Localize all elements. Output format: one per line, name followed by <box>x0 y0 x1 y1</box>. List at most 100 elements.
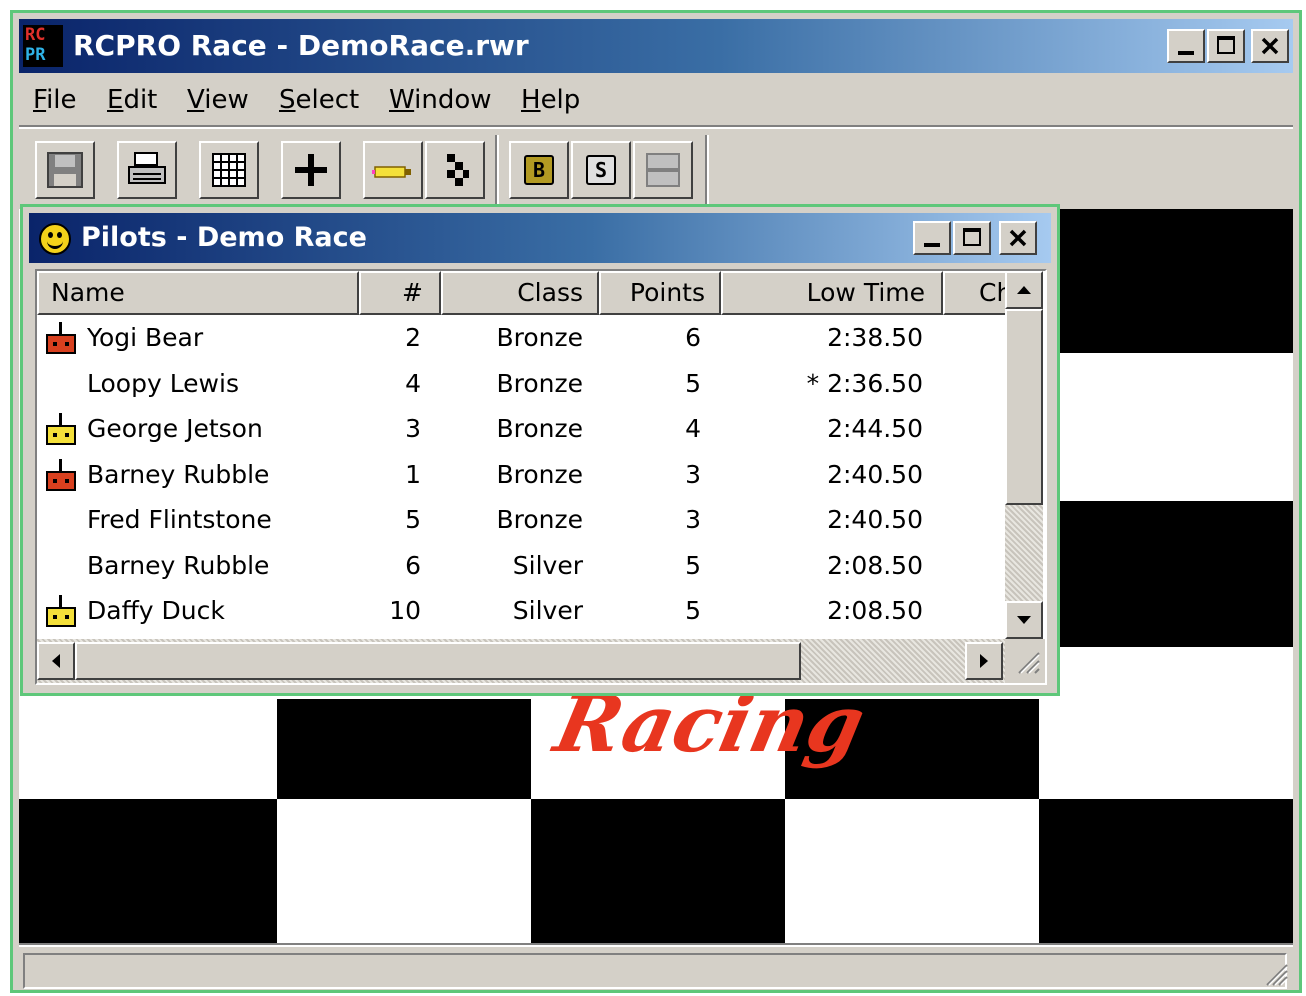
save-icon <box>47 152 83 188</box>
column-header-number[interactable]: # <box>359 271 441 315</box>
pilot-name: Loopy Lewis <box>87 368 239 398</box>
pilots-title-bar[interactable]: Pilots - Demo Race <box>29 213 1051 263</box>
status-panel <box>23 953 1287 989</box>
arrow-up-icon <box>1017 286 1031 294</box>
menu-select[interactable]: Select <box>279 85 359 115</box>
column-header-low-time[interactable]: Low Time <box>721 271 943 315</box>
minimize-icon <box>1178 51 1194 55</box>
add-button[interactable] <box>281 141 341 199</box>
pilot-number: 10 <box>389 596 421 625</box>
app-icon-line2: PR <box>25 45 46 65</box>
checkered-flag-icon <box>447 154 469 186</box>
pilot-low-time: 2:44.50 <box>827 414 923 443</box>
grid-button[interactable] <box>199 141 259 199</box>
pilot-class: Bronze <box>496 368 583 398</box>
pilots-window: Pilots - Demo Race Name # Class Points L… <box>20 204 1060 696</box>
window-button[interactable] <box>633 141 693 199</box>
pilot-points: 4 <box>685 414 701 443</box>
pilot-class: Bronze <box>496 323 583 352</box>
pilots-close-button[interactable] <box>999 221 1037 255</box>
resize-grip-icon[interactable] <box>1261 959 1289 987</box>
pilot-points: 5 <box>685 368 701 398</box>
app-icon-line1: RC <box>25 25 46 45</box>
horizontal-scrollbar[interactable] <box>37 639 1005 683</box>
scroll-down-button[interactable] <box>1005 601 1043 639</box>
column-header-class[interactable]: Class <box>441 271 599 315</box>
close-button[interactable] <box>1251 29 1289 63</box>
table-row[interactable]: Yogi Bear 2 Bronze 6 2:38.50 <box>37 315 1007 360</box>
table-row[interactable]: Loopy Lewis 4 Bronze 5 * 2:36.50 <box>37 361 1007 406</box>
horizontal-scroll-thumb[interactable] <box>75 642 801 680</box>
print-icon <box>128 152 166 184</box>
pilot-name: Barney Rubble <box>87 459 270 489</box>
yellow-radio-transmitter-icon <box>46 413 76 445</box>
grid-icon <box>212 153 246 187</box>
pilot-number: 5 <box>405 505 421 534</box>
table-row[interactable]: Daffy Duck 10 Silver 5 2:08.50 <box>37 588 1007 633</box>
print-button[interactable] <box>117 141 177 199</box>
pilot-low-time: * 2:36.50 <box>806 368 923 398</box>
pilot-name: George Jetson <box>87 414 263 443</box>
scroll-right-button[interactable] <box>965 642 1003 680</box>
pilots-list-view[interactable]: Name # Class Points Low Time Ch Yogi Bea… <box>35 269 1047 685</box>
pilot-points: 6 <box>685 323 701 352</box>
arrow-right-icon <box>980 654 988 668</box>
save-button[interactable] <box>35 141 95 199</box>
column-header-name[interactable]: Name <box>37 271 359 315</box>
scroll-left-button[interactable] <box>37 642 75 680</box>
window-title: RCPRO Race - DemoRace.rwr <box>73 29 529 62</box>
column-header-points[interactable]: Points <box>599 271 721 315</box>
checkered-flag-button[interactable] <box>425 141 485 199</box>
scroll-up-button[interactable] <box>1005 271 1043 309</box>
silver-class-button[interactable]: S <box>571 141 631 199</box>
pilot-class: Bronze <box>496 459 583 489</box>
pilot-points: 5 <box>685 550 701 580</box>
rcpro-app-icon[interactable]: RC PR <box>23 25 63 67</box>
pilot-number: 4 <box>405 368 421 398</box>
pilot-class: Bronze <box>496 505 583 534</box>
toolbar-end-separator <box>705 135 709 205</box>
pilot-name: Yogi Bear <box>87 323 204 352</box>
maximize-icon <box>1217 36 1235 54</box>
close-icon <box>1009 229 1027 247</box>
highlighter-button[interactable] <box>363 141 423 199</box>
table-row[interactable]: Barney Rubble 1 Bronze 3 2:40.50 <box>37 452 1007 497</box>
add-icon <box>295 154 327 186</box>
vertical-scroll-thumb[interactable] <box>1005 309 1043 505</box>
pilots-minimize-button[interactable] <box>913 221 951 255</box>
pilot-low-time: 2:08.50 <box>827 550 923 580</box>
pilot-name: Daffy Duck <box>87 596 225 625</box>
menu-file[interactable]: File <box>33 85 77 115</box>
menu-help[interactable]: Help <box>521 85 580 115</box>
table-row[interactable]: Fred Flintstone 5 Bronze 3 2:40.50 <box>37 497 1007 542</box>
pilot-name: Barney Rubble <box>87 550 270 580</box>
scroll-corner[interactable] <box>1005 639 1045 683</box>
bronze-class-button[interactable]: B <box>509 141 569 199</box>
arrow-down-icon <box>1017 616 1031 624</box>
menu-view[interactable]: View <box>187 85 249 115</box>
title-bar[interactable]: RC PR RCPRO Race - DemoRace.rwr <box>19 19 1293 73</box>
maximize-button[interactable] <box>1207 29 1245 63</box>
menu-window[interactable]: Window <box>389 85 492 115</box>
pilot-class: Silver <box>512 550 583 580</box>
toolbar: B S <box>19 129 1293 209</box>
status-bar <box>19 947 1293 991</box>
pilot-points: 5 <box>685 596 701 625</box>
red-radio-transmitter-icon <box>46 458 76 491</box>
pilots-window-title: Pilots - Demo Race <box>81 222 367 253</box>
minimize-button[interactable] <box>1167 29 1205 63</box>
pilot-name: Fred Flintstone <box>87 505 272 534</box>
window-icon <box>646 153 680 187</box>
vertical-scrollbar[interactable] <box>1005 271 1043 639</box>
table-row[interactable]: George Jetson 3 Bronze 4 2:44.50 <box>37 406 1007 451</box>
arrow-left-icon <box>52 654 60 668</box>
toolbar-separator <box>495 135 499 205</box>
menu-edit[interactable]: Edit <box>107 85 157 115</box>
highlighter-icon <box>372 166 411 178</box>
pilot-low-time: 2:38.50 <box>827 323 923 352</box>
pilots-maximize-button[interactable] <box>953 221 991 255</box>
pilot-number: 2 <box>405 323 421 352</box>
pilot-points: 3 <box>685 459 701 489</box>
pilot-points: 3 <box>685 505 701 534</box>
table-row[interactable]: Barney Rubble 6 Silver 5 2:08.50 <box>37 543 1007 588</box>
